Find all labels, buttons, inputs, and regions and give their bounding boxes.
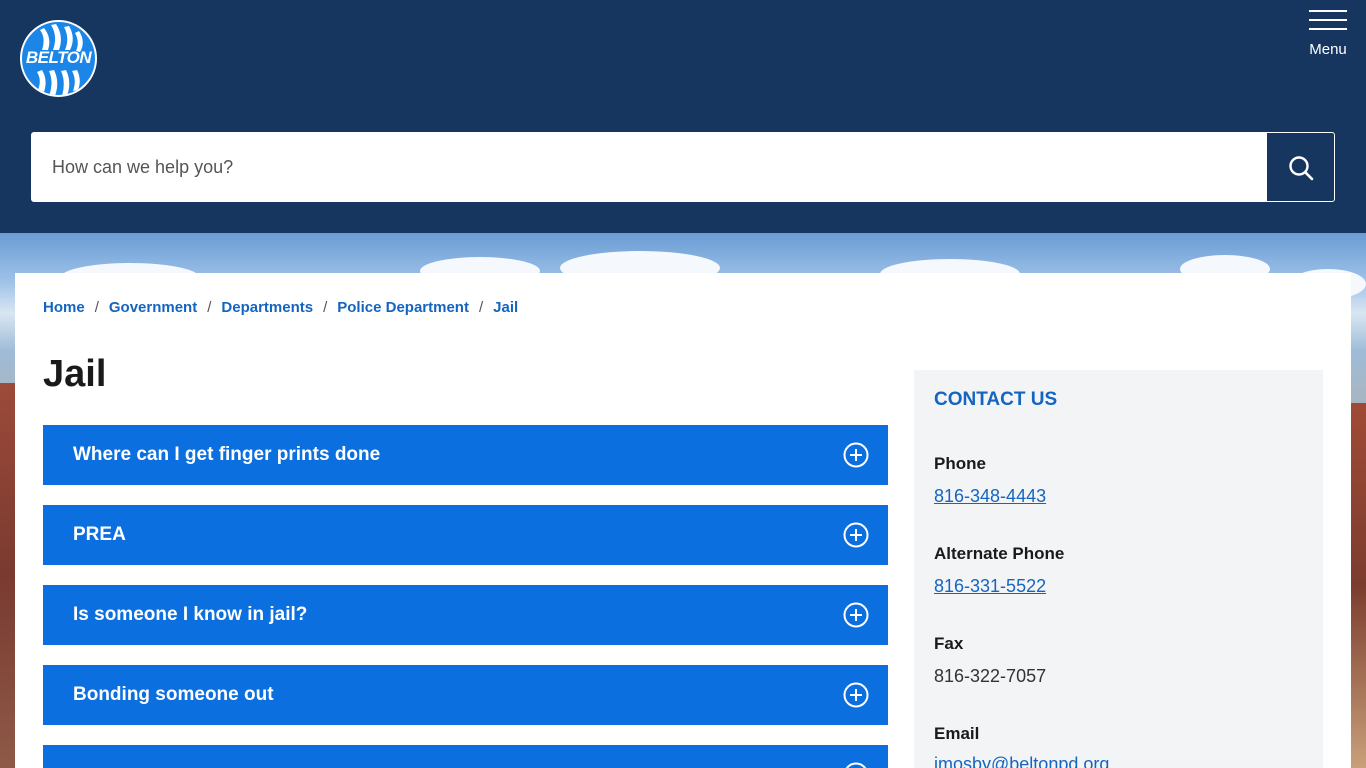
plus-circle-icon [843, 522, 869, 548]
phone-link[interactable]: 816-348-4443 [934, 486, 1046, 507]
main-content: Home / Government / Departments / Police… [15, 273, 1351, 768]
plus-circle-icon [843, 682, 869, 708]
breadcrumb-police-department[interactable]: Police Department [337, 299, 469, 316]
accordion-item[interactable]: PREA [43, 505, 888, 565]
email-link[interactable]: jmosby@beltonpd.org [934, 754, 1109, 768]
plus-circle-icon [845, 762, 867, 768]
fax-value: 816-322-7057 [934, 666, 1047, 686]
breadcrumb-government[interactable]: Government [109, 299, 197, 316]
search-bar [31, 132, 1335, 202]
accordion-label: Where can I get finger prints done [73, 444, 381, 465]
breadcrumb-jail[interactable]: Jail [493, 299, 518, 316]
breadcrumb-departments[interactable]: Departments [221, 299, 313, 316]
search-input[interactable] [31, 132, 1266, 202]
search-icon [1289, 156, 1314, 181]
breadcrumb: Home / Government / Departments / Police… [43, 298, 519, 316]
accordion-item[interactable]: Bonding someone out [43, 665, 888, 725]
menu-label: Menu [1309, 41, 1347, 58]
accordion-label: Bonding someone out [73, 684, 274, 705]
plus-circle-icon [843, 442, 869, 468]
logo-text: BELTON [25, 48, 92, 67]
accordion-item[interactable]: Where can I get finger prints done [43, 425, 888, 485]
accordion-label: Is someone I know in jail? [73, 604, 308, 625]
page-title: Jail [43, 353, 107, 395]
fax-label: Fax [934, 634, 964, 653]
email-label: Email [934, 724, 980, 743]
site-header: BELTON Menu [0, 0, 1366, 233]
menu-button[interactable]: Menu [1300, 8, 1356, 62]
accordion-item[interactable] [43, 745, 888, 768]
belton-logo[interactable]: BELTON [20, 20, 97, 97]
phone-label: Phone [934, 454, 986, 473]
alternate-phone-label: Alternate Phone [934, 544, 1065, 563]
accordion-label: PREA [73, 524, 126, 545]
alternate-phone-link[interactable]: 816-331-5522 [934, 576, 1046, 597]
search-button[interactable] [1266, 132, 1335, 202]
accordion-item[interactable]: Is someone I know in jail? [43, 585, 888, 645]
contact-heading: CONTACT US [934, 389, 1058, 410]
breadcrumb-home[interactable]: Home [43, 299, 85, 316]
plus-circle-icon [843, 602, 869, 628]
contact-sidebar: CONTACT US Phone 816-348-4443 Alternate … [914, 370, 1323, 768]
menu-icon [1309, 10, 1347, 32]
